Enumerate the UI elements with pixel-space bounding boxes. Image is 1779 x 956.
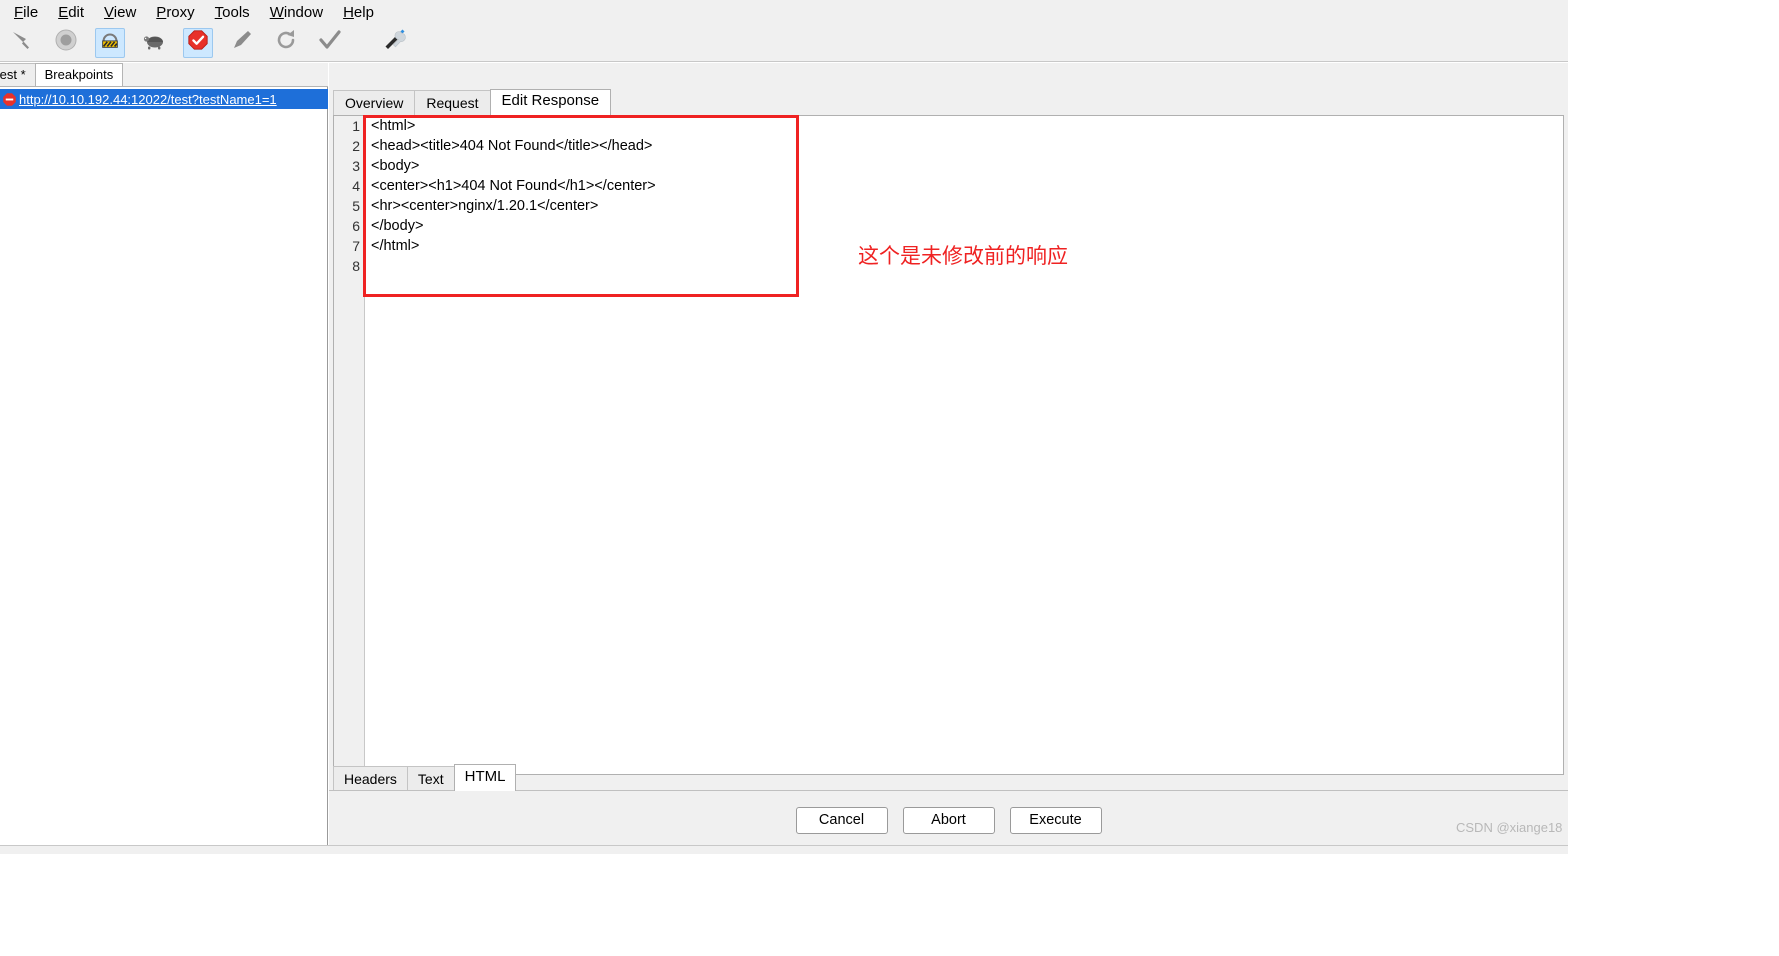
annotation-label: 这个是未修改前的响应 bbox=[858, 244, 1068, 268]
editor-code-area[interactable]: <html> <head><title>404 Not Found</title… bbox=[366, 116, 1563, 774]
menu-item-window[interactable]: Window bbox=[260, 2, 333, 23]
view-tab-html[interactable]: HTML bbox=[453, 764, 517, 791]
abort-button[interactable]: Abort bbox=[902, 806, 995, 834]
menu-item-edit-mnemonic: E bbox=[58, 3, 69, 21]
line-number: 6 bbox=[352, 218, 360, 234]
editor-gutter: 1 2 3 4 5 6 7 8 bbox=[334, 116, 365, 774]
menu-item-window-mnemonic: W bbox=[269, 3, 284, 21]
response-view-tabstrip: Headers Text HTML bbox=[333, 764, 517, 791]
repeat-refresh-icon bbox=[274, 28, 298, 57]
code-line: <html> bbox=[371, 118, 416, 134]
menu-item-proxy-mnemonic: P bbox=[156, 3, 167, 21]
funnel-icon bbox=[10, 28, 34, 57]
cancel-button[interactable]: Cancel bbox=[795, 806, 888, 834]
right-panel: Overview Request Edit Response 1 2 3 4 5… bbox=[329, 63, 1568, 845]
view-tab-text[interactable]: Text bbox=[406, 766, 455, 791]
throttle-turtle-icon bbox=[142, 28, 166, 57]
block-stop-icon bbox=[187, 29, 209, 56]
menu-item-view[interactable]: View bbox=[94, 2, 146, 23]
menu-item-proxy[interactable]: Proxy bbox=[146, 2, 204, 23]
toolbar bbox=[0, 24, 1568, 62]
line-number: 2 bbox=[352, 138, 360, 154]
code-line: <hr><center>nginx/1.20.1</center> bbox=[371, 198, 599, 214]
line-number: 4 bbox=[352, 178, 360, 194]
menu-item-help[interactable]: Help bbox=[333, 2, 384, 23]
response-editor[interactable]: 1 2 3 4 5 6 7 8 <html> <head><title>404 … bbox=[333, 115, 1564, 775]
menu-item-file-mnemonic: F bbox=[14, 3, 24, 21]
breakpoint-entry-row[interactable]: http://10.10.192.44:12022/test?testName1… bbox=[0, 89, 328, 109]
record-icon-button[interactable] bbox=[51, 28, 81, 58]
record-icon bbox=[54, 28, 78, 57]
detail-tabstrip: Overview Request Edit Response bbox=[333, 89, 612, 116]
line-number: 8 bbox=[352, 258, 360, 274]
line-number: 1 bbox=[352, 118, 360, 134]
menu-item-help-mnemonic: H bbox=[343, 3, 354, 21]
menu-item-edit[interactable]: Edit bbox=[48, 2, 94, 23]
execute-button[interactable]: Execute bbox=[1009, 806, 1102, 834]
line-number: 7 bbox=[352, 238, 360, 254]
status-strip bbox=[0, 845, 1568, 854]
tab-request[interactable]: Request bbox=[414, 90, 491, 115]
code-line: <head><title>404 Not Found</title></head… bbox=[371, 138, 653, 154]
menu-item-window-rest: indow bbox=[283, 3, 324, 21]
funnel-icon-button[interactable] bbox=[7, 28, 37, 58]
menu-bar: File Edit View Proxy Tools Window Help bbox=[0, 0, 1568, 24]
view-tab-headers[interactable]: Headers bbox=[333, 766, 408, 791]
menu-item-file-rest: ile bbox=[23, 3, 39, 21]
action-button-bar: Cancel Abort Execute bbox=[329, 795, 1568, 845]
validate-check-icon bbox=[318, 28, 342, 57]
left-tab-breakpoints[interactable]: Breakpoints bbox=[34, 63, 124, 86]
application-window: File Edit View Proxy Tools Window Help e… bbox=[0, 0, 1779, 956]
menu-item-help-rest: elp bbox=[353, 3, 374, 21]
menu-item-edit-rest: dit bbox=[68, 3, 85, 21]
breakpoints-toggle-button[interactable] bbox=[95, 27, 125, 58]
menu-item-view-mnemonic: V bbox=[104, 3, 114, 21]
tab-edit-response[interactable]: Edit Response bbox=[489, 89, 612, 116]
compose-pen-icon bbox=[230, 28, 254, 57]
line-number: 5 bbox=[352, 198, 360, 214]
menu-item-tools[interactable]: Tools bbox=[205, 2, 260, 23]
code-line: <body> bbox=[371, 158, 420, 174]
repeat-button[interactable] bbox=[271, 28, 301, 58]
code-line: </body> bbox=[371, 218, 424, 234]
breakpoint-entry-url[interactable]: http://10.10.192.44:12022/test?testName1… bbox=[19, 92, 277, 107]
validate-button[interactable] bbox=[315, 28, 345, 58]
menu-item-view-rest: iew bbox=[113, 3, 137, 21]
menu-item-proxy-rest: roxy bbox=[166, 3, 195, 21]
block-toggle-button[interactable] bbox=[183, 27, 213, 58]
tools-wrench-icon bbox=[382, 28, 406, 57]
menu-item-tools-rest: ools bbox=[222, 3, 250, 21]
breakpoint-barrier-icon bbox=[99, 29, 121, 56]
throttle-toggle-button[interactable] bbox=[139, 28, 169, 58]
left-tab-test[interactable]: test * bbox=[0, 63, 36, 86]
menu-item-file[interactable]: File bbox=[4, 2, 48, 23]
breakpoint-stop-icon bbox=[1, 91, 17, 107]
line-number: 3 bbox=[352, 158, 360, 174]
tools-button[interactable] bbox=[379, 28, 409, 58]
compose-button[interactable] bbox=[227, 28, 257, 58]
code-line: <center><h1>404 Not Found</h1></center> bbox=[371, 178, 656, 194]
left-panel: test * Breakpoints http://10.10.192.44:1… bbox=[0, 63, 328, 845]
left-panel-tabstrip: test * Breakpoints bbox=[0, 63, 328, 87]
tab-overview[interactable]: Overview bbox=[333, 90, 416, 115]
